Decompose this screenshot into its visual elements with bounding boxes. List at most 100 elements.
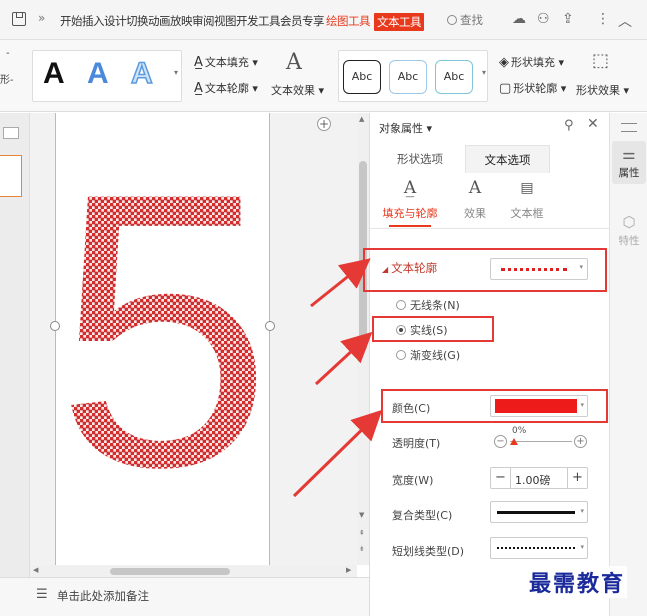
notes-icon: ☰ (36, 587, 48, 602)
shape-outline-button[interactable]: ▢ 形状轮廓 ▾ (499, 80, 566, 96)
search-box[interactable]: 查找 (447, 12, 483, 28)
menu-design[interactable]: 设计 (104, 13, 127, 31)
horizontal-scrollbar[interactable]: ◀ ▶ (30, 565, 357, 577)
menu-insert[interactable]: 插入 (82, 13, 105, 31)
width-label: 宽度(W) (392, 474, 434, 487)
active-subtab-underline (389, 225, 431, 227)
width-decrease-button[interactable]: − (491, 468, 511, 488)
resize-handle-left[interactable] (50, 321, 60, 331)
subtab-effects-label: 效果 (464, 207, 486, 220)
ribbon-left-top: - (6, 48, 10, 59)
shape-style-3[interactable]: Abc (435, 60, 473, 94)
radio-solid-line[interactable]: 实线(S) (396, 322, 448, 338)
shape-fill-icon: ◈ (499, 55, 509, 70)
pin-icon[interactable]: ⚲ (564, 118, 574, 133)
shape-style-2[interactable]: Abc (389, 60, 427, 94)
horizontal-scroll-thumb[interactable] (110, 568, 230, 575)
vertical-scrollbar[interactable]: ▲ ▼ ⇞ ⇟ (357, 113, 369, 565)
width-stepper[interactable]: − 1.00磅 + (490, 467, 588, 489)
more-menus-icon[interactable]: » (38, 11, 45, 25)
tab-shape-options[interactable]: 形状选项 (380, 145, 460, 173)
line-style-preview-dropdown[interactable]: ▾ (490, 258, 588, 280)
prev-page-icon[interactable]: ⇞ (359, 529, 365, 537)
menu-developer[interactable]: 开发工具 (236, 13, 281, 31)
radio-circle (396, 350, 406, 360)
scroll-right-icon[interactable]: ▶ (346, 566, 351, 574)
big-number-five[interactable]: 5 (56, 113, 271, 565)
menu-lines-icon[interactable] (621, 123, 637, 132)
text-style-outline[interactable]: A (130, 56, 153, 91)
save-icon[interactable] (12, 12, 26, 26)
menu-view[interactable]: 视图 (214, 13, 237, 31)
scroll-up-icon[interactable]: ▲ (359, 115, 364, 123)
text-outline-label: 文本轮廓 (204, 82, 249, 95)
text-fill-button[interactable]: A̲ 文本填充 ▾ (194, 54, 258, 70)
traits-button[interactable]: ⬡ 特性 (612, 213, 646, 248)
slide-thumbnail[interactable] (0, 155, 22, 197)
subtab-fill-outline-label: 填充与轮廓 (382, 207, 438, 220)
scroll-left-icon[interactable]: ◀ (33, 566, 38, 574)
scroll-down-icon[interactable]: ▼ (359, 511, 364, 519)
text-effect-button[interactable]: 文本效果 ▾ (271, 82, 324, 98)
increase-icon[interactable]: + (574, 435, 587, 448)
next-page-icon[interactable]: ⇟ (359, 545, 365, 553)
ribbon-left-bottom[interactable]: 形- (0, 71, 14, 86)
text-style-more-icon[interactable]: ▾ (174, 68, 178, 77)
menu-review[interactable]: 审阅 (192, 13, 215, 31)
width-value[interactable]: 1.00磅 (515, 472, 551, 488)
radio-gradient-line-label: 渐变线(G) (410, 349, 461, 362)
shape-style-more-icon[interactable]: ▾ (482, 68, 486, 77)
panel-title-text: 对象属性 (379, 122, 423, 135)
subtab-textbox[interactable]: ▤ 文本框 (492, 177, 562, 221)
user-icon[interactable]: ⚇ (537, 11, 550, 27)
resize-handle-right[interactable] (265, 321, 275, 331)
slider-track[interactable] (510, 441, 572, 442)
radio-no-line-label: 无线条(N) (410, 299, 460, 312)
menu-transition[interactable]: 切换 (126, 13, 149, 31)
collapse-icon[interactable]: ︿ (618, 11, 632, 31)
notes-bar[interactable]: ☰ 单击此处添加备注 (0, 577, 369, 616)
search-icon (447, 15, 457, 25)
section-title-text: 文本轮廓 (391, 261, 438, 275)
share-icon[interactable]: ⇪ (562, 11, 574, 27)
shape-fill-button[interactable]: ◈ 形状填充 ▾ (499, 54, 564, 70)
radio-no-line[interactable]: 无线条(N) (396, 297, 460, 313)
color-dropdown[interactable]: ▾ (490, 395, 588, 417)
menu-slideshow[interactable]: 放映 (170, 13, 193, 31)
decrease-icon[interactable]: − (494, 435, 507, 448)
more-vert-icon[interactable]: ⋮ (596, 11, 610, 27)
radio-gradient-line[interactable]: 渐变线(G) (396, 347, 460, 363)
shape-effect-icon[interactable]: ⬚ (592, 50, 609, 71)
text-outline-section-title[interactable]: ◢ 文本轮廓 (382, 260, 437, 276)
shape-style-1[interactable]: Abc (343, 60, 381, 94)
close-icon[interactable]: ✕ (587, 116, 599, 132)
subtab-fill-outline[interactable]: A̲ 填充与轮廓 (375, 177, 445, 227)
vertical-scroll-thumb[interactable] (359, 161, 367, 351)
notes-placeholder[interactable]: 单击此处添加备注 (57, 588, 149, 604)
slider-knob[interactable] (510, 438, 518, 445)
shape-effect-button[interactable]: 形状效果 ▾ (576, 82, 629, 98)
menu-start[interactable]: 开始 (60, 13, 83, 31)
cloud-icon[interactable]: ☁ (512, 11, 526, 27)
text-style-blue[interactable]: A (87, 57, 109, 91)
properties-button[interactable]: ⚌ 属性 (612, 141, 646, 184)
menu-text-tools[interactable]: 文本工具 (374, 13, 424, 31)
tab-text-options[interactable]: 文本选项 (465, 145, 550, 173)
text-fill-label: 文本填充 (204, 56, 249, 69)
panel-title[interactable]: 对象属性 ▾ (379, 120, 432, 136)
transparency-slider[interactable]: − 0% + (494, 426, 587, 449)
menu-member[interactable]: 会员专享 (280, 13, 325, 31)
text-outline-button[interactable]: A̲ 文本轮廓 ▾ (194, 80, 258, 96)
dash-type-dropdown[interactable]: ▾ (490, 537, 588, 559)
add-slide-button[interactable]: + (317, 117, 331, 131)
menu-drawing-tools[interactable]: 绘图工具 (326, 13, 371, 31)
thumbnail-view-icon[interactable] (3, 127, 19, 139)
menu-animation[interactable]: 动画 (148, 13, 171, 31)
text-effect-label: 文本效果 (271, 84, 315, 97)
width-increase-button[interactable]: + (567, 468, 587, 488)
text-style-black[interactable]: A (43, 57, 65, 91)
dropdown-arrow-icon: ▾ (579, 263, 583, 271)
dash-line-preview (497, 547, 575, 549)
text-effect-icon[interactable]: A (286, 50, 302, 75)
compound-type-dropdown[interactable]: ▾ (490, 501, 588, 523)
